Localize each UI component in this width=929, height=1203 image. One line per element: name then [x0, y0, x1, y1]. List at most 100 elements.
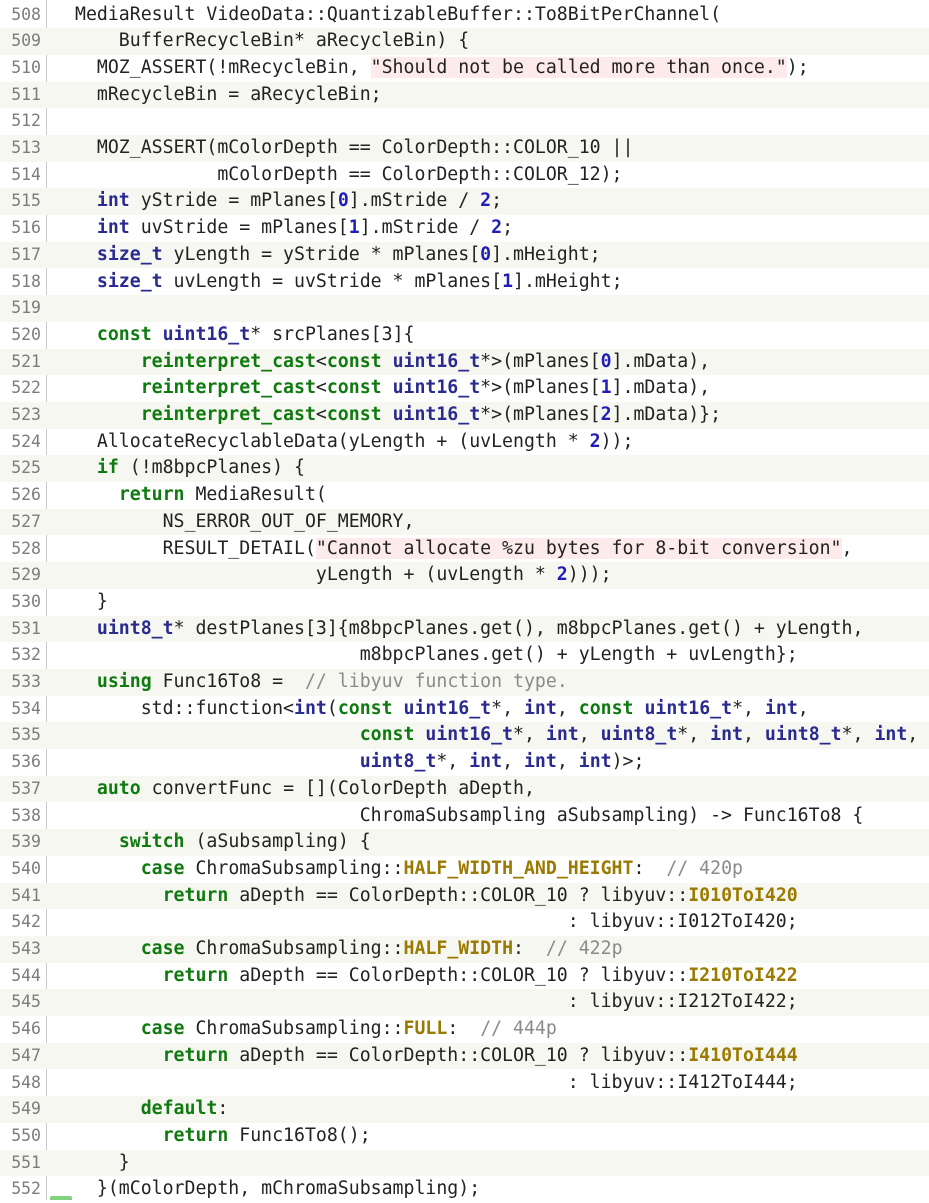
code-line: 510 MOZ_ASSERT(!mRecycleBin, "Should not… — [0, 55, 929, 82]
line-source: default: — [75, 1096, 229, 1123]
code-line: 520 const uint16_t* srcPlanes[3]{ — [0, 322, 929, 349]
code-text: : — [217, 1098, 229, 1120]
code-line: 547 return aDepth == ColorDepth::COLOR_1… — [0, 1042, 929, 1070]
code-text: } — [75, 590, 108, 612]
code-line: 536 uint8_t*, int, int, int)>; — [0, 749, 929, 776]
line-source: reinterpret_cast<const uint16_t*>(mPlane… — [75, 349, 710, 376]
type-token: int — [523, 697, 557, 719]
code-text: , — [578, 724, 601, 746]
code-text: , — [556, 751, 579, 773]
type-token: int — [874, 724, 908, 746]
type-token: int — [469, 751, 503, 773]
code-text: )); — [600, 430, 634, 452]
code-text: *, — [491, 697, 524, 719]
line-number: 545 — [11, 992, 41, 1012]
line-source: return aDepth == ColorDepth::COLOR_10 ? … — [75, 1043, 798, 1070]
code-text: RESULT_DETAIL( — [75, 537, 316, 559]
code-line: 529 yLength + (uvLength * 2))); — [0, 562, 929, 589]
enum-constant: I410ToI444 — [688, 1044, 798, 1066]
type-token: uint16_t — [392, 350, 481, 372]
code-line: 535 const uint16_t*, int, uint8_t*, int,… — [0, 722, 929, 750]
line-source: } — [75, 589, 108, 616]
line-number: 520 — [11, 324, 41, 344]
code-line: 518 size_t uvLength = uvStride * mPlanes… — [0, 269, 929, 296]
line-number: 538 — [11, 805, 41, 825]
line-number: 546 — [11, 1019, 41, 1039]
code-line: 542 : libyuv::I012ToI420; — [0, 909, 929, 936]
line-number: 509 — [11, 31, 41, 51]
code-line: 530 } — [0, 589, 929, 616]
line-number: 522 — [11, 378, 41, 398]
code-text: < — [315, 404, 327, 425]
line-number: 513 — [11, 138, 41, 157]
code-text: *>(mPlanes[ — [480, 404, 601, 425]
type-token: int — [545, 724, 579, 746]
code-line: 521 reinterpret_cast<const uint16_t*>(mP… — [0, 348, 929, 376]
line-source: std::function<int(const uint16_t*, int, … — [75, 696, 809, 723]
line-source: MediaResult VideoData::QuantizableBuffer… — [75, 2, 721, 29]
code-line: 550 return Func16To8(); — [0, 1123, 929, 1150]
code-line: 511 mRecycleBin = aRecycleBin; — [0, 81, 929, 109]
line-number: 547 — [11, 1045, 41, 1065]
line-source: mRecycleBin = aRecycleBin; — [75, 82, 382, 109]
line-number: 541 — [11, 885, 41, 905]
line-number: 517 — [11, 244, 41, 264]
keyword-token: case — [140, 938, 185, 959]
code-text: MOZ_ASSERT(!mRecycleBin, — [75, 56, 371, 78]
line-number: 537 — [11, 778, 41, 798]
keyword-token: return — [162, 1124, 229, 1146]
keyword-token: case — [140, 857, 185, 879]
line-number: 512 — [11, 111, 41, 131]
type-token: int — [710, 724, 744, 746]
line-source: } — [75, 1150, 130, 1177]
line-source: using Func16To8 = // libyuv function typ… — [75, 669, 568, 696]
code-comment: // 420p — [666, 857, 743, 879]
code-line: 541 return aDepth == ColorDepth::COLOR_1… — [0, 882, 929, 910]
number-literal: 2 — [480, 190, 492, 212]
type-token: uint16_t — [403, 697, 492, 719]
line-source: yLength + (uvLength * 2))); — [75, 562, 612, 589]
code-line: 540 case ChromaSubsampling::HALF_WIDTH_A… — [0, 856, 929, 883]
code-text: , — [743, 724, 765, 746]
type-token: uint16_t — [392, 404, 481, 425]
type-token: uint16_t — [644, 697, 733, 719]
type-token: int — [523, 751, 557, 773]
code-text: < — [315, 350, 327, 372]
change-marker — [50, 1196, 72, 1200]
code-text: ChromaSubsampling:: — [184, 938, 404, 959]
code-text: * destPlanes[3]{m8bpcPlanes.get(), m8bpc… — [173, 617, 864, 639]
line-number: 525 — [11, 458, 41, 478]
line-number: 548 — [11, 1072, 41, 1092]
keyword-token: return — [118, 484, 185, 506]
code-text: *>(mPlanes[ — [480, 350, 601, 372]
number-literal: 2 — [589, 430, 601, 452]
keyword-token: const — [326, 377, 382, 399]
type-token: size_t — [96, 243, 163, 265]
code-text: *>(mPlanes[ — [480, 377, 601, 399]
type-token: int — [764, 697, 798, 719]
keyword-token: if — [96, 457, 119, 479]
number-literal: 1 — [600, 377, 612, 399]
code-line: 544 return aDepth == ColorDepth::COLOR_1… — [0, 963, 929, 990]
keyword-token: using — [96, 671, 152, 692]
line-number: 521 — [11, 351, 41, 371]
line-source: m8bpcPlanes.get() + yLength + uvLength}; — [75, 642, 798, 669]
code-text: } — [75, 1151, 130, 1173]
code-line: 539 switch (aSubsampling) { — [0, 829, 929, 856]
line-source: return aDepth == ColorDepth::COLOR_10 ? … — [75, 883, 798, 910]
code-comment: // libyuv function type. — [304, 671, 568, 692]
code-text: Func16To8(); — [228, 1124, 371, 1146]
